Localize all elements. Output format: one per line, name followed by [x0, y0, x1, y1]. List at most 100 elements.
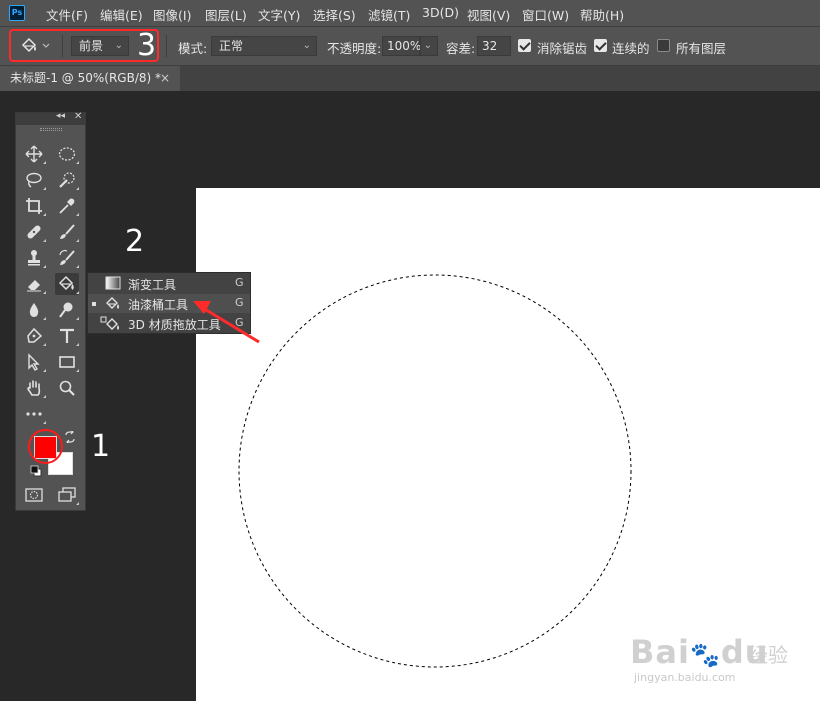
screen-mode-button[interactable] [55, 484, 79, 506]
menu-window[interactable]: 窗口(W) [522, 5, 569, 24]
dodge-tool[interactable] [55, 299, 79, 321]
3d-material-drop-icon [100, 316, 119, 330]
lasso-icon [26, 172, 42, 188]
tolerance-input[interactable]: 32 [477, 36, 511, 56]
hand-tool[interactable] [22, 377, 46, 399]
quick-mask-button[interactable] [22, 484, 46, 506]
flyout-shortcut: G [235, 276, 244, 289]
brush-tool[interactable] [55, 221, 79, 243]
flyout-shortcut: G [235, 296, 244, 309]
annotation-circle-foreground [28, 429, 63, 464]
eraser-icon [27, 280, 41, 292]
more-dots-icon [26, 412, 42, 416]
clone-stamp-tool[interactable] [22, 247, 46, 269]
default-colors-icon [30, 465, 42, 477]
move-tool[interactable] [22, 143, 46, 165]
rectangle-tool[interactable] [55, 351, 79, 373]
menu-bar: Ps 文件(F) 编辑(E) 图像(I) 图层(L) 文字(Y) 选择(S) 滤… [0, 0, 820, 26]
blur-tool[interactable] [22, 299, 46, 321]
eraser-tool[interactable] [22, 273, 46, 295]
menu-file[interactable]: 文件(F) [46, 5, 88, 24]
close-icon[interactable]: × [160, 66, 170, 91]
type-tool[interactable] [55, 325, 79, 347]
crop-icon [26, 198, 42, 214]
history-brush-icon [59, 249, 75, 265]
move-icon [25, 145, 43, 163]
mode-label: 模式: [178, 41, 208, 56]
opacity-input[interactable]: 100% [382, 36, 421, 56]
panel-grip[interactable] [40, 128, 62, 131]
opacity-label: 不透明度: [327, 41, 382, 56]
path-select-arrow-icon [28, 353, 40, 371]
healing-brush-icon [27, 225, 41, 239]
contiguous-checkbox[interactable] [594, 39, 607, 52]
anti-alias-checkbox[interactable] [518, 39, 531, 52]
menu-view[interactable]: 视图(V) [467, 5, 510, 24]
paint-bucket-icon [58, 275, 74, 291]
watermark-suffix: 经验 [748, 643, 788, 667]
tools-panel: ◂◂ ✕ [15, 111, 86, 511]
elliptical-selection-marquee [238, 274, 632, 668]
quick-selection-icon [59, 172, 75, 188]
swap-colors-button[interactable] [64, 429, 76, 446]
swap-arrows-icon [65, 429, 75, 445]
dodge-icon [59, 302, 73, 318]
annotation-number-1: 1 [91, 429, 111, 464]
default-colors-button[interactable] [30, 465, 42, 480]
flyout-item-paint-bucket[interactable]: 油漆桶工具 G [88, 294, 250, 313]
annotation-number-3: 3 [137, 28, 157, 63]
mode-dropdown[interactable]: 正常 ⌄ [211, 36, 317, 56]
brush-icon [60, 224, 75, 239]
selected-bullet-icon [92, 302, 96, 306]
all-layers-label: 所有图层 [676, 41, 727, 56]
tolerance-label: 容差: [446, 41, 476, 56]
flyout-label: 3D 材质拖放工具 [128, 318, 221, 332]
collapse-icon[interactable]: ◂◂ [56, 111, 65, 121]
spot-healing-tool[interactable] [22, 221, 46, 243]
flyout-label: 油漆桶工具 [128, 298, 189, 312]
path-selection-tool[interactable] [22, 351, 46, 373]
opacity-dropdown-button[interactable]: ⌄ [420, 36, 438, 56]
menu-image[interactable]: 图像(I) [153, 5, 191, 24]
lasso-tool[interactable] [22, 169, 46, 191]
document-tab[interactable]: 未标题-1 @ 50%(RGB/8) * × [0, 66, 180, 91]
flyout-label: 渐变工具 [128, 278, 177, 292]
menu-select[interactable]: 选择(S) [313, 5, 356, 24]
baidu-jingyan-watermark: Bai🐾du 经验 jingyan.baidu.com [630, 633, 810, 693]
edit-toolbar-button[interactable] [22, 403, 46, 425]
all-layers-checkbox[interactable] [657, 39, 670, 52]
menu-layer[interactable]: 图层(L) [205, 5, 247, 24]
menu-3d[interactable]: 3D(D) [422, 5, 459, 20]
chevron-down-icon: ⌄ [423, 40, 432, 51]
menu-help[interactable]: 帮助(H) [580, 5, 624, 24]
type-t-icon [60, 328, 74, 343]
rectangle-icon [59, 356, 75, 368]
document-canvas[interactable] [196, 188, 820, 701]
menu-edit[interactable]: 编辑(E) [100, 5, 143, 24]
document-tab-bar: 未标题-1 @ 50%(RGB/8) * × [0, 66, 820, 91]
elliptical-marquee-tool[interactable] [55, 143, 79, 165]
quick-selection-tool[interactable] [55, 169, 79, 191]
mode-value: 正常 [219, 39, 244, 53]
flyout-item-3d-material-drop[interactable]: 3D 材质拖放工具 G [88, 314, 250, 333]
anti-alias-label: 消除锯齿 [537, 41, 588, 56]
menu-type[interactable]: 文字(Y) [258, 5, 300, 24]
blur-drop-icon [29, 303, 39, 317]
history-brush-tool[interactable] [55, 247, 79, 269]
chevron-down-icon: ⌄ [302, 40, 311, 51]
paint-bucket-tool[interactable] [55, 273, 79, 295]
eyedropper-tool[interactable] [55, 195, 79, 217]
menu-filter[interactable]: 滤镜(T) [368, 5, 410, 24]
contiguous-label: 连续的 [612, 41, 650, 56]
close-icon[interactable]: ✕ [74, 111, 82, 122]
tools-panel-header[interactable]: ◂◂ ✕ [16, 111, 85, 125]
eyedropper-icon [59, 198, 75, 214]
paint-bucket-flyout-menu: 渐变工具 G 油漆桶工具 G 3D 材质拖放工具 G [87, 272, 251, 334]
crop-tool[interactable] [22, 195, 46, 217]
pen-tool[interactable] [22, 325, 46, 347]
pen-icon [27, 327, 43, 343]
zoom-tool[interactable] [55, 377, 79, 399]
flyout-item-gradient[interactable]: 渐变工具 G [88, 274, 250, 293]
gradient-icon [105, 276, 121, 290]
photoshop-logo: Ps [9, 5, 25, 21]
